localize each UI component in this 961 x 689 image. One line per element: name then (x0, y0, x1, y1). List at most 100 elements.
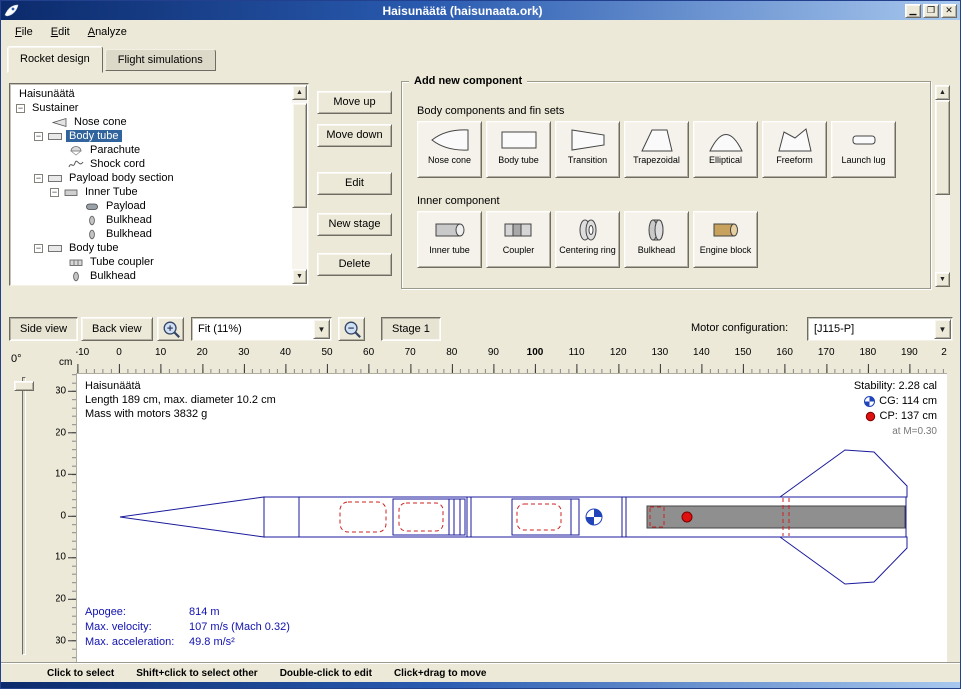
tree-item-label: Inner Tube (82, 186, 141, 198)
tree-item-bulkhead[interactable]: Bulkhead (12, 227, 290, 241)
palette-engine-block-button[interactable]: Engine block (693, 211, 758, 268)
delete-button[interactable]: Delete (317, 253, 392, 276)
chevron-down-icon[interactable]: ▼ (313, 319, 330, 339)
palette-coupler-button[interactable]: Coupler (486, 211, 551, 268)
palette-trapezoidal-fin-button[interactable]: Trapezoidal (624, 121, 689, 178)
launch-lug-icon (844, 125, 884, 155)
collapse-icon[interactable]: − (34, 132, 43, 141)
tree-item-label: Bulkhead (103, 228, 155, 240)
tree-item-inner-tube[interactable]: − Inner Tube (12, 185, 290, 199)
palette-nose-cone-button[interactable]: Nose cone (417, 121, 482, 178)
hint-click-drag: Click+drag to move (394, 668, 487, 679)
rocket-view-area: -30 -20 -10 0 10 20 30 (1, 373, 960, 662)
zoom-in-icon (161, 319, 181, 339)
tree-item-payload[interactable]: Payload (12, 199, 290, 213)
zoom-in-button[interactable] (157, 317, 184, 341)
rocket-name: Haisunäätä (85, 379, 276, 393)
body-tube-icon (47, 173, 63, 184)
scroll-down-button[interactable]: ▼ (935, 272, 950, 287)
ruler-row: 0° cm -10 0 10 20 30 40 50 60 70 80 90 1… (1, 345, 960, 373)
tree-item-nose-cone[interactable]: Nose cone (12, 115, 290, 129)
palette-transition-button[interactable]: Transition (555, 121, 620, 178)
menu-file[interactable]: File (6, 23, 42, 41)
tab-strip: Rocket design Flight simulations (7, 44, 218, 73)
rotation-slider-track[interactable] (22, 377, 26, 655)
palette-elliptical-fin-button[interactable]: Elliptical (693, 121, 758, 178)
hint-double-click: Double-click to edit (280, 668, 372, 679)
maximize-button[interactable]: ❒ (923, 4, 939, 18)
menu-edit[interactable]: Edit (42, 23, 79, 41)
trapezoidal-fin-icon (637, 125, 677, 155)
move-up-button[interactable]: Move up (317, 91, 392, 114)
zoom-out-button[interactable] (338, 317, 365, 341)
mach-condition: at M=0.30 (854, 424, 937, 439)
tree-scrollbar[interactable]: ▲ ▼ (292, 85, 307, 284)
side-view-button[interactable]: Side view (9, 317, 78, 341)
collapse-icon[interactable]: − (34, 244, 43, 253)
rocket-design-panel: Haisunäätä − Sustainer Nose cone − Body … (1, 73, 960, 303)
tree-item-bulkhead[interactable]: Bulkhead (12, 213, 290, 227)
title-bar[interactable]: Haisunäätä (haisunaata.ork) ▁ ❒ ✕ (1, 1, 960, 20)
menu-bar: File Edit Analyze (1, 20, 960, 44)
component-tree[interactable]: Haisunäätä − Sustainer Nose cone − Body … (9, 83, 309, 286)
new-stage-button[interactable]: New stage (317, 213, 392, 236)
scroll-up-button[interactable]: ▲ (935, 85, 950, 100)
add-component-panel: Add new component Body components and fi… (401, 73, 931, 291)
tree-item-shock-cord[interactable]: Shock cord (12, 157, 290, 171)
tree-item-body-tube-aft[interactable]: − Body tube (12, 241, 290, 255)
zoom-select[interactable]: Fit (11%) ▼ (191, 317, 332, 341)
collapse-icon[interactable]: − (16, 104, 25, 113)
tree-item-body-tube[interactable]: − Body tube (12, 129, 290, 143)
tree-item-parachute[interactable]: Parachute (12, 143, 290, 157)
window-title: Haisunäätä (haisunaata.ork) (22, 4, 903, 18)
rocket-canvas[interactable]: Haisunäätä Length 189 cm, max. diameter … (76, 373, 947, 662)
move-down-button[interactable]: Move down (317, 124, 392, 147)
collapse-icon[interactable]: − (50, 188, 59, 197)
tab-rocket-design[interactable]: Rocket design (7, 46, 103, 73)
scroll-up-button[interactable]: ▲ (292, 85, 307, 100)
scrollbar-track[interactable] (935, 100, 950, 272)
apogee-value: 814 m (189, 605, 220, 620)
bulkhead-icon (84, 215, 100, 226)
tree-item-sustainer[interactable]: − Sustainer (12, 101, 290, 115)
rotation-slider-thumb[interactable] (14, 381, 34, 391)
tree-item-tube-coupler[interactable]: Tube coupler (12, 255, 290, 269)
close-button[interactable]: ✕ (941, 4, 957, 18)
scrollbar-track[interactable] (292, 100, 307, 269)
freeform-fin-icon (775, 125, 815, 155)
palette-scrollbar[interactable]: ▲ ▼ (935, 85, 950, 287)
coupler-icon (499, 215, 539, 245)
scroll-down-button[interactable]: ▼ (292, 269, 307, 284)
bulkhead-icon (84, 229, 100, 240)
scrollbar-thumb[interactable] (935, 100, 950, 195)
palette-inner-tube-button[interactable]: Inner tube (417, 211, 482, 268)
palette-centering-ring-button[interactable]: Centering ring (555, 211, 620, 268)
scrollbar-thumb[interactable] (292, 103, 307, 208)
stage-1-toggle[interactable]: Stage 1 (381, 317, 441, 341)
tree-item-bulkhead-aft[interactable]: Bulkhead (12, 269, 290, 283)
edit-button[interactable]: Edit (317, 172, 392, 195)
tree-item-rocket[interactable]: Haisunäätä (12, 87, 290, 101)
back-view-button[interactable]: Back view (81, 317, 153, 341)
max-velocity-value: 107 m/s (Mach 0.32) (189, 620, 290, 635)
tab-flight-simulations[interactable]: Flight simulations (105, 49, 216, 71)
palette-body-tube-button[interactable]: Body tube (486, 121, 551, 178)
rotation-slider[interactable] (14, 377, 34, 655)
add-component-title: Add new component (409, 75, 527, 87)
status-bar: Click to select Shift+click to select ot… (1, 662, 960, 684)
rocket-info: Haisunäätä Length 189 cm, max. diameter … (85, 379, 276, 421)
collapse-icon[interactable]: − (34, 174, 43, 183)
rocket-mass: Mass with motors 3832 g (85, 407, 276, 421)
tree-item-label: Bulkhead (103, 214, 155, 226)
motor-configuration-select[interactable]: [J115-P] ▼ (807, 317, 953, 341)
chevron-down-icon[interactable]: ▼ (934, 319, 951, 339)
menu-analyze[interactable]: Analyze (79, 23, 136, 41)
minimize-button[interactable]: ▁ (905, 4, 921, 18)
palette-freeform-fin-button[interactable]: Freeform (762, 121, 827, 178)
tree-item-label: Nose cone (71, 116, 130, 128)
palette-launch-lug-button[interactable]: Launch lug (831, 121, 896, 178)
tree-item-payload-section[interactable]: − Payload body section (12, 171, 290, 185)
palette-bulkhead-button[interactable]: Bulkhead (624, 211, 689, 268)
horizontal-ruler: -10 0 10 20 30 40 50 60 70 80 90 100 110… (76, 347, 947, 373)
tree-item-label: Sustainer (29, 102, 81, 114)
